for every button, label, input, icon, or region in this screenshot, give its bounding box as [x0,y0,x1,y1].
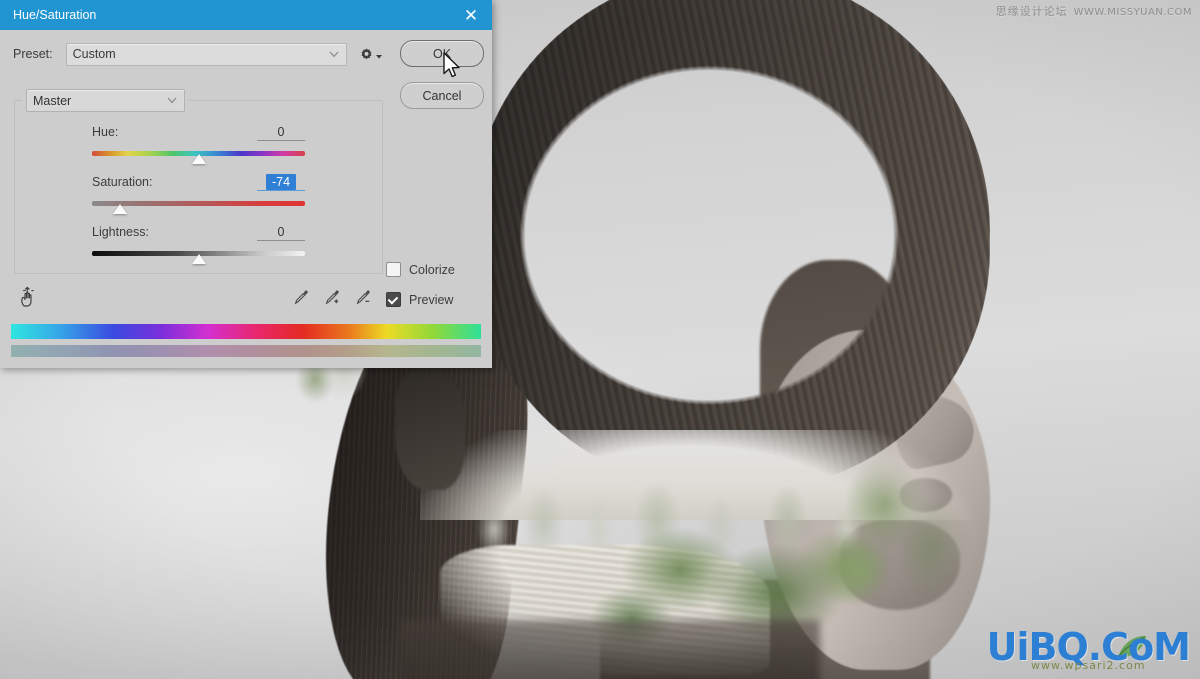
watermark-top-right: 思缘设计论坛 WWW.MISSYUAN.COM [996,3,1192,19]
dialog-buttons: OK Cancel [400,40,484,124]
hue-slider-header: Hue: 0 [92,124,305,142]
close-icon[interactable]: ✕ [450,0,492,30]
preset-value: Custom [72,47,116,61]
lightness-slider-track[interactable] [92,251,305,264]
shoulder-shadow [400,620,820,679]
hand-target-icon [21,286,34,307]
hue-slider-track[interactable] [92,151,305,164]
eyedropper-plus-icon [325,290,339,305]
preview-option[interactable]: Preview [386,292,478,307]
targeted-adjustment-tool-button[interactable] [17,286,41,313]
cancel-button[interactable]: Cancel [400,82,484,109]
lightness-slider-thumb[interactable] [191,254,206,264]
spectrum-source-bar[interactable] [11,324,481,339]
lightness-slider-header: Lightness: 0 [92,224,305,242]
hue-value: 0 [277,125,285,139]
saturation-slider-header: Saturation: -74 [92,174,305,192]
saturation-value: -74 [265,174,297,190]
eyedropper-icon [294,290,308,305]
eyedropper-subtract-button[interactable] [354,288,372,309]
hue-slider-thumb[interactable] [191,154,206,164]
preview-checkbox[interactable] [386,292,401,307]
preset-dropdown[interactable]: Custom [65,42,347,66]
saturation-slider-thumb[interactable] [112,204,127,214]
channel-dropdown-wrap: Master [22,89,189,112]
saturation-slider-block: Saturation: -74 [92,174,305,214]
eyedropper-button[interactable] [292,288,310,309]
eyedropper-group [292,288,372,309]
dialog-title: Hue/Saturation [13,8,97,22]
channel-value: Master [33,93,72,108]
color-range-spectrum [11,324,481,357]
eyedropper-add-button[interactable] [323,288,341,309]
preset-options-gear[interactable] [359,47,382,62]
hue-value-field[interactable]: 0 [257,124,305,141]
watermark-chinese-text: 思缘设计论坛 [995,5,1068,18]
dialog-titlebar[interactable]: Hue/Saturation ✕ [0,0,492,30]
colorize-checkbox[interactable] [386,262,401,277]
hue-slider-block: Hue: 0 [92,124,305,164]
colorize-label: Colorize [409,262,455,277]
dark-rock-edge [395,370,465,490]
preset-label: Preset: [13,47,53,61]
chevron-down-icon [329,51,339,57]
options-column: Colorize Preview [386,262,478,322]
eyedropper-minus-icon [356,290,370,305]
preview-label: Preview [409,292,454,307]
channel-dropdown[interactable]: Master [26,89,185,112]
lightness-label: Lightness: [92,225,149,239]
hair-arc-texture [470,0,990,490]
ok-button[interactable]: OK [400,40,484,67]
colorize-option[interactable]: Colorize [386,262,478,277]
gear-caret-icon [375,55,382,59]
gear-icon [361,47,372,59]
saturation-value-field[interactable]: -74 [257,174,305,191]
watermark-url: WWW.MISSYUAN.COM [1073,7,1192,18]
chevron-down-icon [167,97,177,104]
saturation-slider-track[interactable] [92,201,305,214]
tools-row [14,286,384,312]
lightness-slider-block: Lightness: 0 [92,224,305,264]
hue-saturation-dialog: Hue/Saturation ✕ Preset: Custom OK Cance… [0,0,492,368]
watermark-bottom-logo: UiBQ.CoM www.wpsari2.com [987,628,1191,671]
spectrum-result-bar[interactable] [11,345,481,357]
lightness-value: 0 [277,225,285,239]
saturation-label: Saturation: [92,175,153,189]
lightness-value-field[interactable]: 0 [257,224,305,241]
hue-label: Hue: [92,125,119,139]
foliage-cluster-b [810,450,980,640]
